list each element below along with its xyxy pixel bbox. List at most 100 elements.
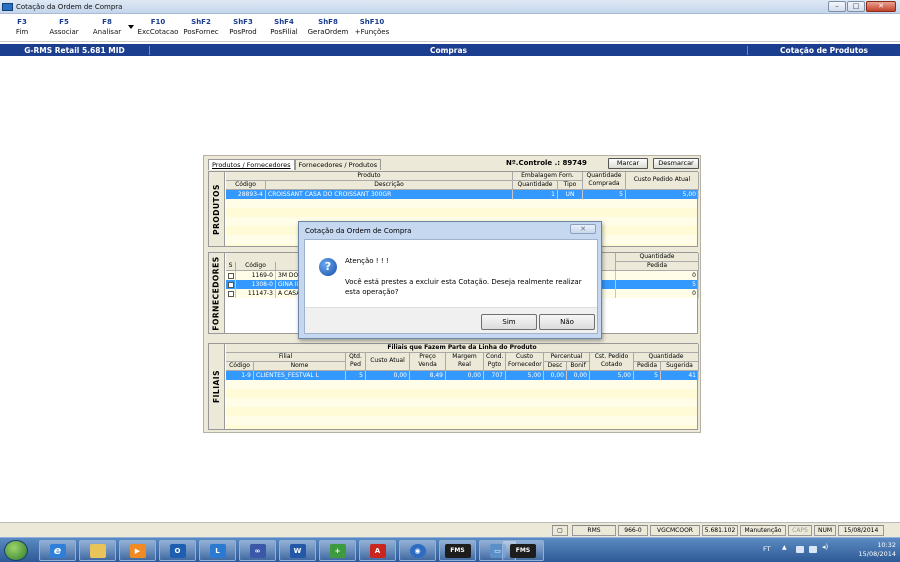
window-title: Cotação da Ordem de Compra [16, 2, 123, 11]
select-checkbox[interactable] [228, 290, 234, 297]
taskbar-app2[interactable]: ◉ [399, 540, 436, 561]
taskbar-fms2[interactable]: FMS [502, 540, 544, 561]
module-name: Compras [150, 45, 748, 55]
status-mode: Manutenção [740, 525, 786, 536]
taskbar-app[interactable]: ∞ [239, 540, 276, 561]
taskbar-fms1[interactable]: FMS [439, 540, 476, 561]
fkey-geraordem[interactable]: ShF8 GeraOrdem [306, 18, 350, 36]
header-tipo: Tipo [558, 181, 583, 190]
header-sugerida: Sugerida [661, 362, 699, 371]
chevron-down-icon [128, 25, 134, 29]
header-quantidade: Quantidade [616, 253, 699, 262]
dialog-message: Você está prestes a excluir esta Cotação… [345, 278, 582, 296]
taskbar-ie[interactable]: e [39, 540, 76, 561]
filiais-title: Filiais que Fazem Parte da Linha do Prod… [226, 344, 699, 353]
module-header: G-RMS Retail 5.681 MID Compras Cotação d… [0, 44, 900, 56]
fkey-analisar[interactable]: F8 Analisar [88, 18, 126, 36]
select-checkbox[interactable] [228, 272, 234, 279]
controle-number: Nº.Controle .: 89749 [506, 159, 587, 167]
header-quantidade: Quantidade [513, 181, 558, 190]
status-user: VGCMCOOR [650, 525, 700, 536]
header-produto: Produto [226, 172, 513, 181]
maximize-button[interactable]: □ [847, 1, 865, 12]
taskbar-media[interactable]: ▶ [119, 540, 156, 561]
filiais-label: FILIAIS [212, 370, 222, 403]
fkey-posprod[interactable]: ShF3 PosProd [225, 18, 261, 36]
fkey-posfilial[interactable]: ShF4 PosFilial [266, 18, 302, 36]
header-quantidade: Quantidade [634, 353, 699, 362]
header-embalagem: Embalagem Forn. [513, 172, 583, 181]
minimize-button[interactable]: – [828, 1, 846, 12]
header-filial: Filial [226, 353, 346, 362]
header-bonif: Bonif [567, 362, 590, 371]
status-rms: RMS [572, 525, 616, 536]
table-row[interactable]: 1-9 CLIENTES_FESTVAL L 5 0,00 8,49 0,00 … [226, 371, 699, 380]
sim-button[interactable]: Sim [481, 314, 537, 330]
app-icon [2, 2, 13, 11]
filiais-section: FILIAIS Filiais que Fazem Parte da Linha… [208, 343, 699, 430]
taskbar-word[interactable]: W [279, 540, 316, 561]
fkey-exccotacao[interactable]: F10 ExcCotacao [137, 18, 179, 36]
table-row[interactable]: 28893-4 CROISSANT CASA DO CROISSANT 300G… [226, 190, 699, 199]
header-nome: Nome [254, 362, 346, 371]
status-num: 966-0 [618, 525, 648, 536]
screen-name: Cotação de Produtos [780, 45, 868, 55]
tab-fornecedores-produtos[interactable]: Fornecedores / Produtos [294, 159, 382, 170]
window-title-bar[interactable]: Cotação da Ordem de Compra – □ ✕ [0, 0, 900, 14]
confirm-dialog: Cotação da Ordem de Compra ✕ ? Atenção !… [298, 221, 602, 339]
function-key-bar: F3 Fim F5 Associar F8 Analisar F10 ExcCotaca… [0, 15, 900, 42]
taskbar-outlook[interactable]: O [159, 540, 196, 561]
desmarcar-button[interactable]: Desmarcar [653, 158, 699, 169]
fms-icon: FMS [510, 543, 536, 558]
outlook-icon: O [169, 543, 186, 558]
status-numlock: NUM [814, 525, 836, 536]
select-checkbox[interactable] [228, 281, 234, 288]
installer-icon: + [329, 543, 346, 558]
header-pedida: Pedida [634, 362, 661, 371]
folder-icon [89, 543, 106, 558]
header-desc: Desc [544, 362, 567, 371]
network-icon[interactable] [809, 546, 817, 553]
fkey-posfornec[interactable]: ShF2 PosFornec [181, 18, 221, 36]
volume-icon[interactable]: ◂) [822, 543, 830, 551]
status-bar: ▢ RMS 966-0 VGCMCOOR 5.681.102 Manutençã… [0, 522, 900, 537]
marcar-button[interactable]: Marcar [608, 158, 648, 169]
show-hidden-icons[interactable]: ▲ [782, 544, 790, 551]
fkey-fim[interactable]: F3 Fim [8, 18, 36, 36]
header-percentual: Percentual [544, 353, 590, 362]
filiais-empty-rows [226, 380, 697, 429]
tab-produtos-fornecedores[interactable]: Produtos / Fornecedores [208, 159, 295, 170]
header-codigo: Código [236, 262, 276, 271]
nao-button[interactable]: Não [539, 314, 595, 330]
fornecedores-label: FORNECEDORES [212, 255, 222, 331]
flag-icon[interactable] [796, 546, 804, 553]
dialog-close-button[interactable]: ✕ [570, 224, 596, 234]
fkey-mais-funcoes[interactable]: ShF10 +Funções [352, 18, 392, 36]
taskbar-lync[interactable]: L [199, 540, 236, 561]
taskbar-explorer[interactable] [79, 540, 116, 561]
clock[interactable]: 10:32 15/08/2014 [859, 541, 896, 559]
status-caps: CAPS [788, 525, 812, 536]
media-icon: ▶ [129, 543, 146, 558]
ie-icon: e [49, 543, 66, 558]
header-codigo: Código [226, 181, 266, 190]
close-button[interactable]: ✕ [866, 1, 896, 12]
document-icon: ▢ [552, 525, 568, 536]
system-name: G-RMS Retail 5.681 MID [0, 45, 150, 55]
header-codigo: Código [226, 362, 254, 371]
fkey-associar[interactable]: F5 Associar [45, 18, 83, 36]
taskbar-installer[interactable]: + [319, 540, 356, 561]
header-s: S [226, 262, 236, 271]
header-descricao: Descrição [266, 181, 513, 190]
taskbar-acrobat[interactable]: A [359, 540, 396, 561]
word-icon: W [289, 543, 306, 558]
question-icon: ? [319, 258, 337, 276]
language-indicator[interactable]: FT [763, 545, 771, 553]
globe-icon: ◉ [409, 543, 426, 558]
dialog-title: Cotação da Ordem de Compra [305, 227, 412, 235]
header-pedida: Pedida [616, 262, 699, 271]
fms-icon: FMS [444, 543, 471, 558]
infinity-icon: ∞ [249, 543, 266, 558]
dialog-heading: Atenção ! ! ! [345, 257, 389, 265]
start-button[interactable] [4, 540, 28, 561]
